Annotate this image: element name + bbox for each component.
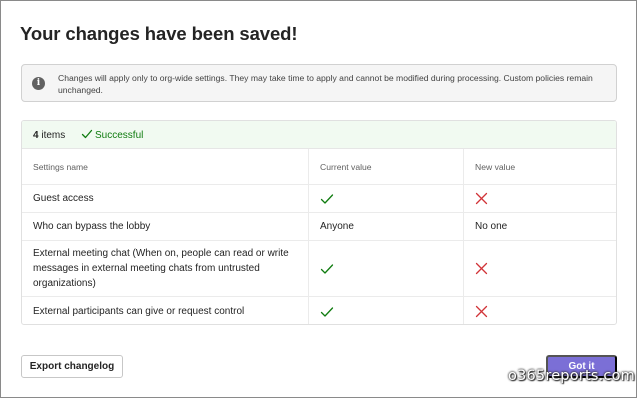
table-row: Guest access [22,185,616,213]
item-count-suffix: items [38,130,66,141]
dialog: Your changes have been saved! i Changes … [0,0,637,398]
cross-icon [475,305,488,318]
cross-icon [475,262,488,275]
new-value-cell [475,241,605,296]
info-text: Changes will apply only to org-wide sett… [58,73,593,95]
watermark: o365reports.com [508,368,635,384]
setting-name: Who can bypass the lobby [33,221,151,232]
column-header-current-value: Current value [320,161,372,172]
table-row: Who can bypass the lobby Anyone No one [22,213,616,241]
new-value-cell [475,297,605,324]
current-value-cell [320,297,460,324]
current-value-cell [320,185,460,212]
setting-name: External participants can give or reques… [33,306,245,317]
column-header-new-value: New value [475,161,516,172]
export-changelog-button[interactable]: Export changelog [21,355,123,378]
column-header-settings-name: Settings name [33,161,88,172]
success-check-icon [81,129,93,139]
check-icon [320,306,334,317]
check-icon [320,193,334,204]
current-value: Anyone [320,221,354,232]
new-value-cell [475,185,605,212]
current-value-cell [320,241,460,296]
info-banner: i Changes will apply only to org-wide se… [21,64,617,102]
setting-name: External meeting chat (When on, people c… [33,248,289,289]
dialog-title: Your changes have been saved! [20,23,298,44]
table-row: External meeting chat (When on, people c… [22,241,616,297]
check-icon [320,263,334,274]
item-count: 4 items [33,130,65,141]
table-header: Settings name Current value New value [22,149,616,185]
info-icon: i [32,77,45,90]
summary-bar: 4 items Successful [22,121,616,149]
settings-table: 4 items Successful Settings name Current… [21,120,617,325]
table-row: External participants can give or reques… [22,297,616,324]
cross-icon [475,192,488,205]
setting-name: Guest access [33,193,94,204]
new-value: No one [475,221,508,232]
status-text: Successful [95,130,144,141]
